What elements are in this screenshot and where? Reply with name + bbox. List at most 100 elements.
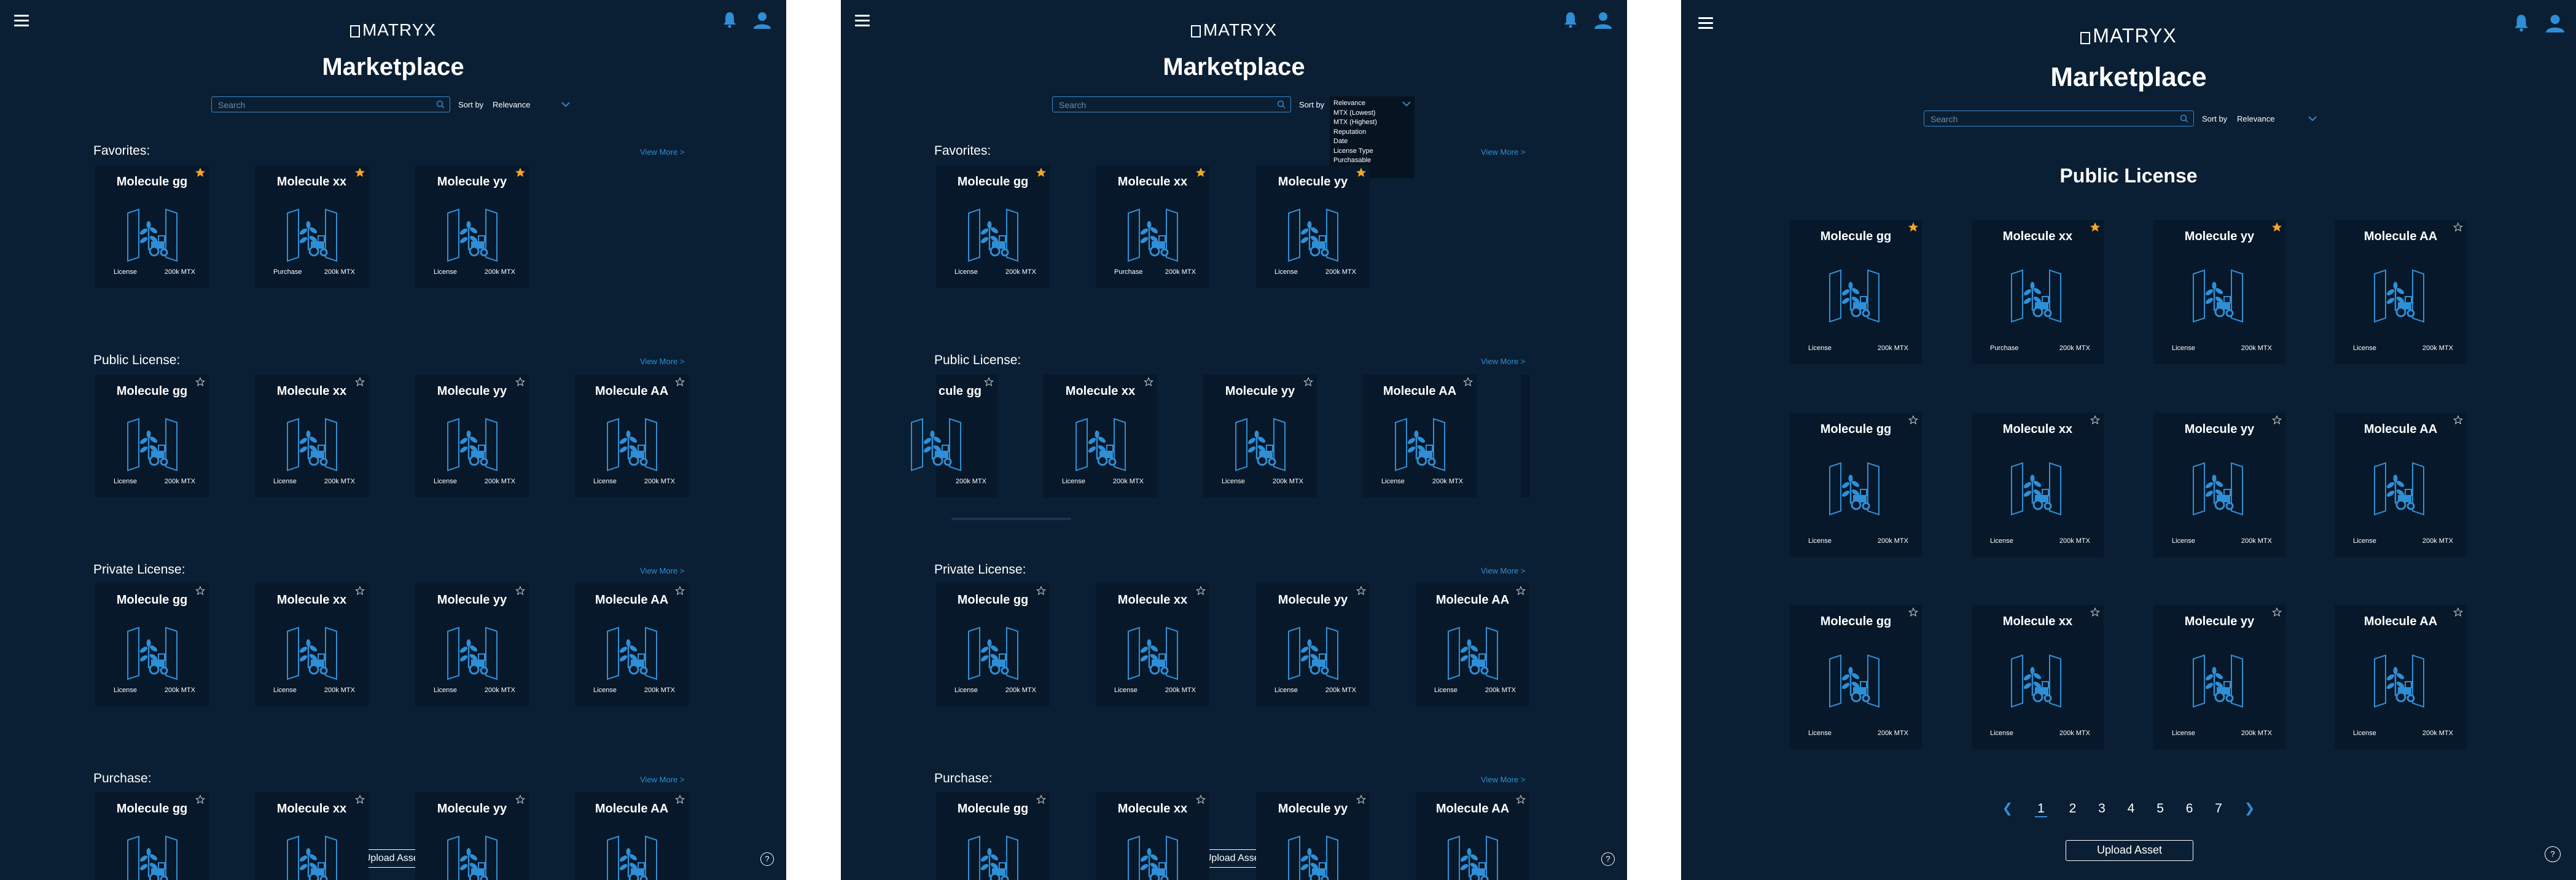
asset-card[interactable]: Molecule gg License 200k MTX: [95, 165, 209, 288]
star-icon[interactable]: [2453, 415, 2464, 428]
horizontal-scrollbar[interactable]: [951, 518, 1071, 520]
asset-card[interactable]: Molecule yy License 200k MTX: [415, 583, 529, 706]
star-icon[interactable]: [1036, 585, 1047, 599]
star-icon[interactable]: [515, 794, 526, 808]
help-icon[interactable]: ?: [2545, 846, 2561, 862]
brand-logo[interactable]: MATRYX: [841, 20, 1627, 40]
prev-page-icon[interactable]: ❮: [2002, 801, 2013, 816]
star-icon[interactable]: [195, 376, 206, 390]
view-more-link-purchase[interactable]: View More >: [640, 775, 684, 784]
asset-card[interactable]: Molecule gg License 200k MTX: [95, 375, 209, 497]
star-icon[interactable]: [1303, 376, 1314, 390]
asset-card[interactable]: Molecule xx License 200k MTX: [1972, 413, 2104, 557]
asset-card[interactable]: Molecule gg License 200k MTX: [936, 583, 1050, 706]
sort-option-license-type[interactable]: License Type: [1333, 147, 1411, 157]
star-icon[interactable]: [2453, 222, 2464, 235]
view-more-link-favorites[interactable]: View More >: [640, 147, 684, 157]
brand-logo[interactable]: MATRYX: [1681, 25, 2576, 47]
star-icon[interactable]: [2090, 222, 2101, 235]
sort-option-date[interactable]: Date: [1333, 137, 1411, 147]
asset-card[interactable]: Molecule xx License 200k MTX: [255, 583, 369, 706]
brand-logo[interactable]: MATRYX: [0, 20, 786, 40]
asset-card[interactable]: Molecule gg License 200k MTX: [1790, 605, 1922, 749]
sort-select[interactable]: Relevance: [2237, 114, 2317, 123]
asset-card[interactable]: Molecule yy: [415, 792, 529, 880]
asset-card[interactable]: Molecule AA License 200k MTX: [575, 375, 689, 497]
page-6[interactable]: 6: [2186, 801, 2193, 816]
sort-option-reputation[interactable]: Reputation: [1333, 128, 1411, 138]
asset-card[interactable]: Molecule xx Purchase 200k MTX: [1972, 220, 2104, 364]
sort-select[interactable]: Relevance: [493, 100, 570, 109]
asset-card[interactable]: Molecule xx: [1096, 792, 1209, 880]
page-3[interactable]: 3: [2098, 801, 2106, 816]
upload-asset-button[interactable]: Upload Asset: [2066, 840, 2193, 861]
asset-card[interactable]: Molecule xx License 200k MTX: [1972, 605, 2104, 749]
asset-card[interactable]: Molecule gg License 200k MTX: [95, 583, 209, 706]
star-icon[interactable]: [195, 585, 206, 599]
asset-card[interactable]: Molecule yy License 200k MTX: [2153, 413, 2285, 557]
star-icon[interactable]: [1356, 794, 1367, 808]
star-icon[interactable]: [195, 794, 206, 808]
asset-card-peek[interactable]: [1521, 375, 1530, 497]
asset-card[interactable]: Molecule yy License 200k MTX: [2153, 220, 2285, 364]
star-icon[interactable]: [674, 794, 685, 808]
asset-card[interactable]: Molecule AA License 200k MTX: [1363, 375, 1477, 497]
star-icon[interactable]: [1908, 222, 1919, 235]
asset-card[interactable]: Molecule AA License 200k MTX: [2335, 605, 2467, 749]
asset-card[interactable]: Molecule gg License 200k MTX: [936, 165, 1050, 288]
asset-card[interactable]: Molecule xx License 200k MTX: [1096, 583, 1209, 706]
asset-card[interactable]: Molecule xx Purchase 200k MTX: [1096, 165, 1209, 288]
star-icon[interactable]: [1515, 794, 1526, 808]
search-input[interactable]: Search: [1924, 111, 2194, 127]
asset-card[interactable]: Molecule AA License 200k MTX: [575, 583, 689, 706]
star-icon[interactable]: [1356, 167, 1367, 181]
sort-option-mtx-highest[interactable]: MTX (Highest): [1333, 118, 1411, 128]
star-icon[interactable]: [2453, 607, 2464, 620]
help-icon[interactable]: ?: [760, 852, 774, 866]
page-4[interactable]: 4: [2128, 801, 2135, 816]
search-icon[interactable]: [1277, 100, 1286, 109]
view-more-link-private[interactable]: View More >: [640, 566, 684, 575]
asset-card[interactable]: Molecule xx Purchase 200k MTX: [255, 165, 369, 288]
star-icon[interactable]: [2271, 222, 2282, 235]
asset-card[interactable]: Molecule AA: [1416, 792, 1529, 880]
star-icon[interactable]: [354, 167, 365, 181]
star-icon[interactable]: [1036, 794, 1047, 808]
page-2[interactable]: 2: [2069, 801, 2077, 816]
search-icon[interactable]: [2180, 114, 2188, 123]
asset-card[interactable]: Molecule xx License 200k MTX: [1044, 375, 1157, 497]
star-icon[interactable]: [674, 376, 685, 390]
star-icon[interactable]: [195, 167, 206, 181]
star-icon[interactable]: [674, 585, 685, 599]
star-icon[interactable]: [2271, 415, 2282, 428]
star-icon[interactable]: [1908, 415, 1919, 428]
asset-card[interactable]: Molecule xx: [255, 792, 369, 880]
sort-option-mtx-lowest[interactable]: MTX (Lowest): [1333, 109, 1411, 119]
asset-card[interactable]: Molecule yy License 200k MTX: [415, 375, 529, 497]
star-icon[interactable]: [515, 585, 526, 599]
asset-card[interactable]: Molecule xx License 200k MTX: [255, 375, 369, 497]
star-icon[interactable]: [1515, 585, 1526, 599]
search-icon[interactable]: [436, 100, 445, 109]
asset-card[interactable]: Molecule gg License 200k MTX: [1790, 413, 1922, 557]
asset-card[interactable]: cule gg 200k MTX: [911, 375, 997, 497]
page-7[interactable]: 7: [2215, 801, 2222, 816]
star-icon[interactable]: [2090, 415, 2101, 428]
view-more-link-public[interactable]: View More >: [1481, 357, 1525, 366]
star-icon[interactable]: [1356, 585, 1367, 599]
star-icon[interactable]: [1195, 167, 1206, 181]
page-1[interactable]: 1: [2035, 801, 2047, 817]
asset-card[interactable]: Molecule AA License 200k MTX: [2335, 220, 2467, 364]
sort-select[interactable]: Relevance: [1333, 99, 1411, 109]
search-input[interactable]: Search: [211, 96, 450, 112]
asset-card[interactable]: Molecule gg License 200k MTX: [1790, 220, 1922, 364]
view-more-link-public[interactable]: View More >: [640, 357, 684, 366]
star-icon[interactable]: [515, 376, 526, 390]
help-icon[interactable]: ?: [1601, 852, 1615, 866]
asset-card[interactable]: Molecule yy License 200k MTX: [1256, 583, 1370, 706]
star-icon[interactable]: [354, 794, 365, 808]
star-icon[interactable]: [2271, 607, 2282, 620]
view-more-link-private[interactable]: View More >: [1481, 566, 1525, 575]
sort-option-purchasable[interactable]: Purchasable: [1333, 156, 1411, 166]
asset-card[interactable]: Molecule AA License 200k MTX: [1416, 583, 1529, 706]
